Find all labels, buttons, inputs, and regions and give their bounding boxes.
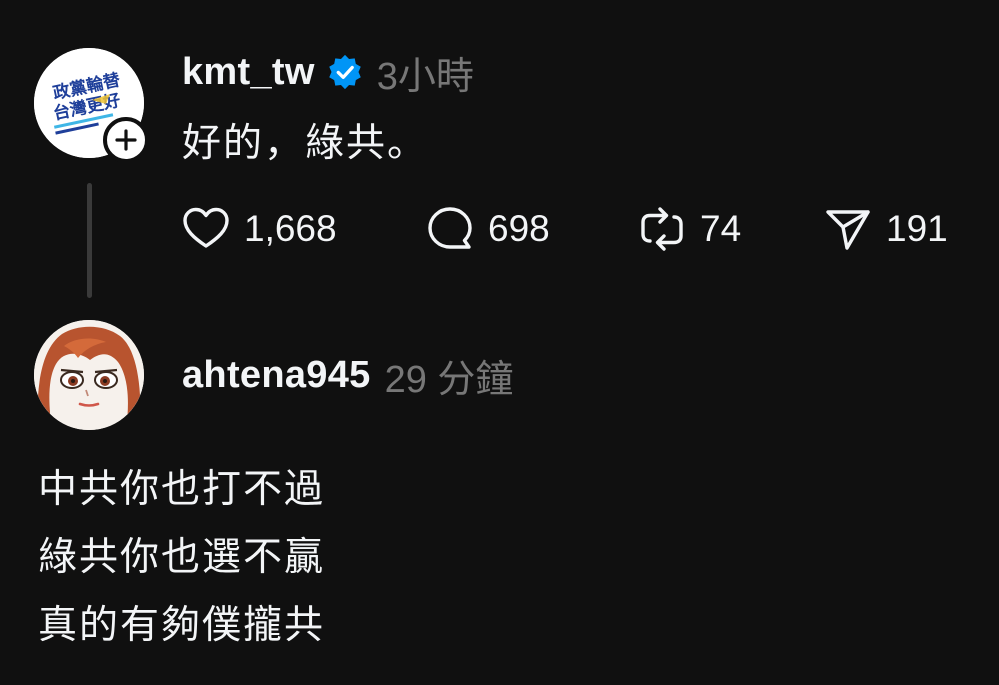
reply-text: 中共你也打不過 綠共你也選不贏 真的有夠僕攏共 <box>38 460 325 664</box>
comment-bubble-icon <box>428 207 472 249</box>
reply-button[interactable]: 698 <box>424 203 636 255</box>
thread-line <box>87 183 92 298</box>
cartoon-face-avatar <box>34 320 144 430</box>
heart-icon <box>183 207 229 248</box>
plus-icon <box>115 129 137 151</box>
like-button[interactable]: 1,668 <box>180 203 424 255</box>
like-count: 1,668 <box>244 208 337 249</box>
post-username[interactable]: kmt_tw <box>182 51 315 94</box>
share-button[interactable]: 191 <box>822 203 948 255</box>
repost-count: 74 <box>700 208 742 249</box>
repost-icon <box>641 207 683 251</box>
threads-screen: 政黨輪替 台灣更好 kmt_tw 3小時 好的，綠共。 1,668 698 74… <box>0 0 999 685</box>
share-count: 191 <box>886 208 948 249</box>
reply-username[interactable]: ahtena945 <box>182 354 371 397</box>
reply-count: 698 <box>488 208 550 249</box>
reply-line-3: 真的有夠僕攏共 <box>38 604 326 647</box>
verified-badge-icon <box>328 54 361 90</box>
reply-header: ahtena945 29 分鐘 <box>182 350 514 401</box>
post-time: 3小時 <box>376 55 474 98</box>
send-icon <box>826 210 870 250</box>
post-header: kmt_tw 3小時 <box>182 47 474 98</box>
post-actions: 1,668 698 74 191 <box>180 203 948 255</box>
reply-line-2: 綠共你也選不贏 <box>38 536 326 579</box>
follow-button[interactable] <box>103 117 149 163</box>
reply-time: 29 分鐘 <box>384 358 514 401</box>
repost-button[interactable]: 74 <box>636 203 822 255</box>
reply-line-1: 中共你也打不過 <box>38 468 326 511</box>
ahtena-avatar[interactable] <box>34 320 144 430</box>
post-text: 好的，綠共。 <box>182 122 429 165</box>
